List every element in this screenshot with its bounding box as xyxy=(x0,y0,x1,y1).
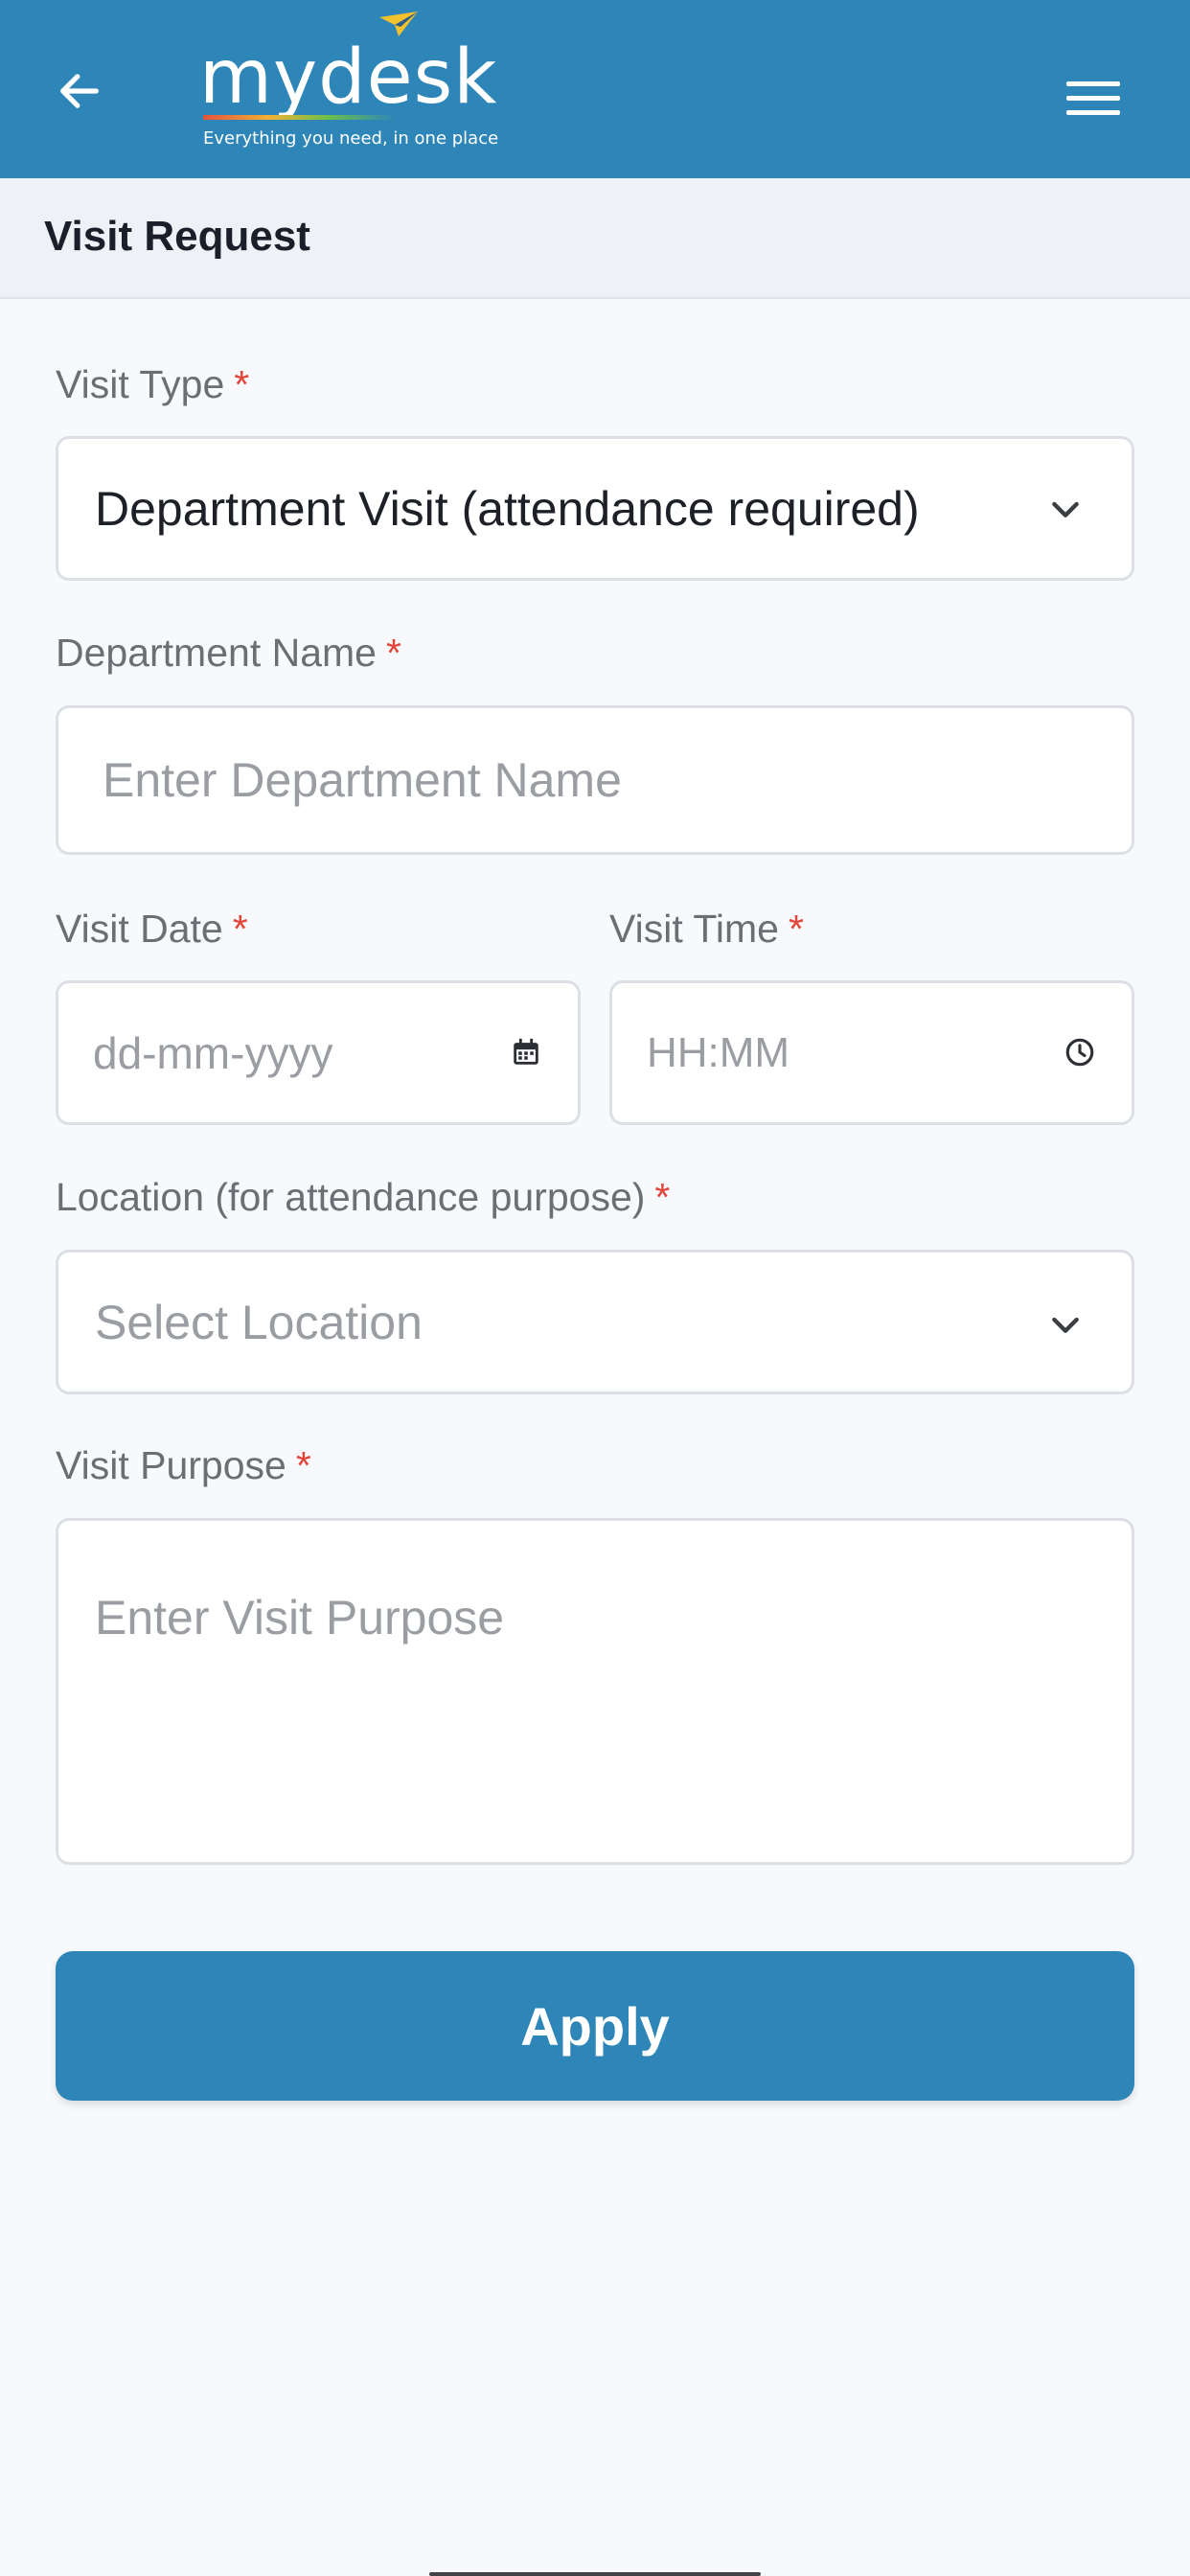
required-marker: * xyxy=(232,907,248,951)
apply-button[interactable]: Apply xyxy=(56,1951,1134,2101)
department-name-label: Department Name * xyxy=(56,631,401,676)
department-name-label-text: Department Name xyxy=(56,631,377,675)
visit-time-label: Visit Time * xyxy=(609,907,804,952)
visit-purpose-textarea[interactable]: Enter Visit Purpose xyxy=(56,1518,1134,1865)
required-marker: * xyxy=(788,907,804,951)
logo-wordmark: mydesk xyxy=(199,34,498,121)
visit-request-screen: mydesk Everything you need, in one place… xyxy=(0,0,1190,2576)
department-name-input[interactable]: Enter Department Name xyxy=(56,705,1134,855)
required-marker: * xyxy=(385,631,401,675)
visit-purpose-label: Visit Purpose * xyxy=(56,1443,311,1488)
department-name-placeholder: Enter Department Name xyxy=(103,753,622,807)
chevron-down-icon xyxy=(1041,485,1089,533)
required-marker: * xyxy=(234,362,250,406)
location-label-text: Location (for attendance purpose) xyxy=(56,1175,646,1219)
visit-time-input[interactable]: HH:MM xyxy=(609,980,1134,1125)
location-placeholder: Select Location xyxy=(95,1295,423,1349)
visit-date-placeholder: dd-mm-yyyy xyxy=(93,1027,333,1078)
menu-button[interactable] xyxy=(1060,65,1127,132)
mydesk-logo: mydesk Everything you need, in one place xyxy=(199,10,498,153)
visit-time-label-text: Visit Time xyxy=(609,907,779,951)
logo-tagline: Everything you need, in one place xyxy=(203,128,499,149)
page-title-bar: Visit Request xyxy=(0,178,1190,299)
location-select[interactable]: Select Location xyxy=(56,1250,1134,1394)
location-label: Location (for attendance purpose) * xyxy=(56,1175,670,1220)
visit-purpose-placeholder: Enter Visit Purpose xyxy=(95,1591,505,1644)
arrow-left-icon xyxy=(60,74,99,108)
calendar-icon[interactable] xyxy=(507,1033,545,1071)
visit-purpose-label-text: Visit Purpose xyxy=(56,1443,286,1487)
visit-type-label-text: Visit Type xyxy=(56,362,225,406)
required-marker: * xyxy=(654,1175,671,1219)
required-marker: * xyxy=(295,1443,311,1487)
clock-icon[interactable] xyxy=(1061,1033,1099,1071)
home-indicator xyxy=(429,2572,761,2576)
visit-type-value: Department Visit (attendance required) xyxy=(95,481,920,536)
chevron-down-icon xyxy=(1041,1300,1089,1348)
app-header: mydesk Everything you need, in one place xyxy=(0,0,1190,178)
visit-date-label: Visit Date * xyxy=(56,907,248,952)
logo-color-bar xyxy=(203,115,395,120)
visit-time-placeholder: HH:MM xyxy=(647,1028,790,1076)
visit-type-label: Visit Type * xyxy=(56,362,249,407)
visit-date-input[interactable]: dd-mm-yyyy xyxy=(56,980,581,1125)
back-button[interactable] xyxy=(46,58,113,125)
visit-date-label-text: Visit Date xyxy=(56,907,223,951)
hamburger-menu-icon xyxy=(1066,81,1120,115)
page-title: Visit Request xyxy=(44,213,310,260)
visit-type-select[interactable]: Department Visit (attendance required) xyxy=(56,436,1134,581)
